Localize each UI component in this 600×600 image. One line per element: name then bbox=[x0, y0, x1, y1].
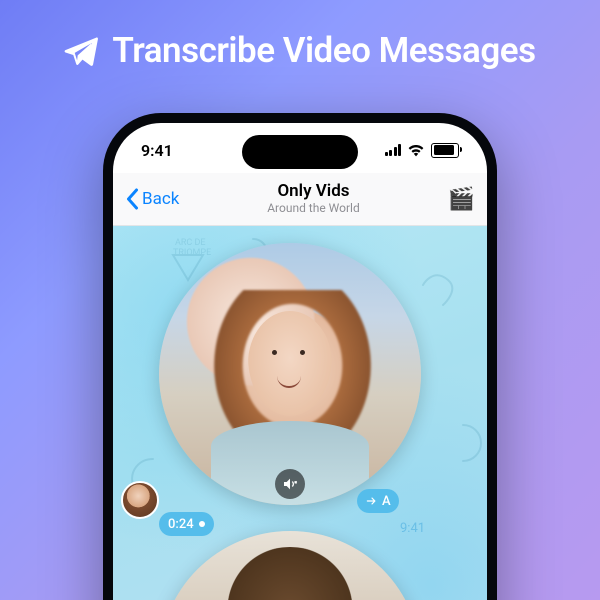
status-right bbox=[385, 143, 460, 158]
banner-title: Transcribe Video Messages bbox=[112, 30, 535, 71]
phone-screen: 9:41 Back Only Vids Around the World 🎬 bbox=[113, 123, 487, 600]
nav-bar: Back Only Vids Around the World 🎬 bbox=[113, 173, 487, 226]
telegram-icon bbox=[64, 34, 98, 68]
signal-icon bbox=[385, 144, 402, 156]
chat-avatar[interactable]: 🎬 bbox=[448, 187, 475, 212]
video-message-2[interactable] bbox=[159, 531, 421, 600]
mute-icon[interactable] bbox=[275, 469, 305, 499]
back-button[interactable]: Back bbox=[125, 188, 179, 210]
unread-dot-icon bbox=[199, 521, 205, 527]
sender-avatar-1[interactable] bbox=[121, 481, 159, 519]
video-thumb-1 bbox=[159, 243, 421, 505]
transcribe-button[interactable]: A bbox=[357, 489, 399, 513]
duration-text: 0:24 bbox=[168, 517, 194, 532]
video-message-1[interactable] bbox=[159, 243, 421, 505]
back-label: Back bbox=[142, 189, 179, 209]
wifi-icon bbox=[407, 143, 425, 157]
video-thumb-2 bbox=[159, 531, 421, 600]
chat-title: Only Vids bbox=[267, 182, 360, 202]
transcribe-label: A bbox=[382, 494, 391, 509]
banner: Transcribe Video Messages bbox=[0, 0, 600, 81]
phone-frame: 9:41 Back Only Vids Around the World 🎬 bbox=[103, 113, 497, 600]
chat-area[interactable]: ARC DE TRIOMPE 0 bbox=[113, 225, 487, 600]
battery-icon bbox=[431, 143, 459, 158]
chevron-left-icon bbox=[125, 188, 140, 210]
chat-subtitle: Around the World bbox=[267, 202, 360, 216]
status-time: 9:41 bbox=[141, 141, 173, 160]
arrow-right-icon bbox=[365, 494, 379, 508]
nav-center[interactable]: Only Vids Around the World bbox=[267, 182, 360, 215]
dynamic-island bbox=[242, 135, 358, 169]
